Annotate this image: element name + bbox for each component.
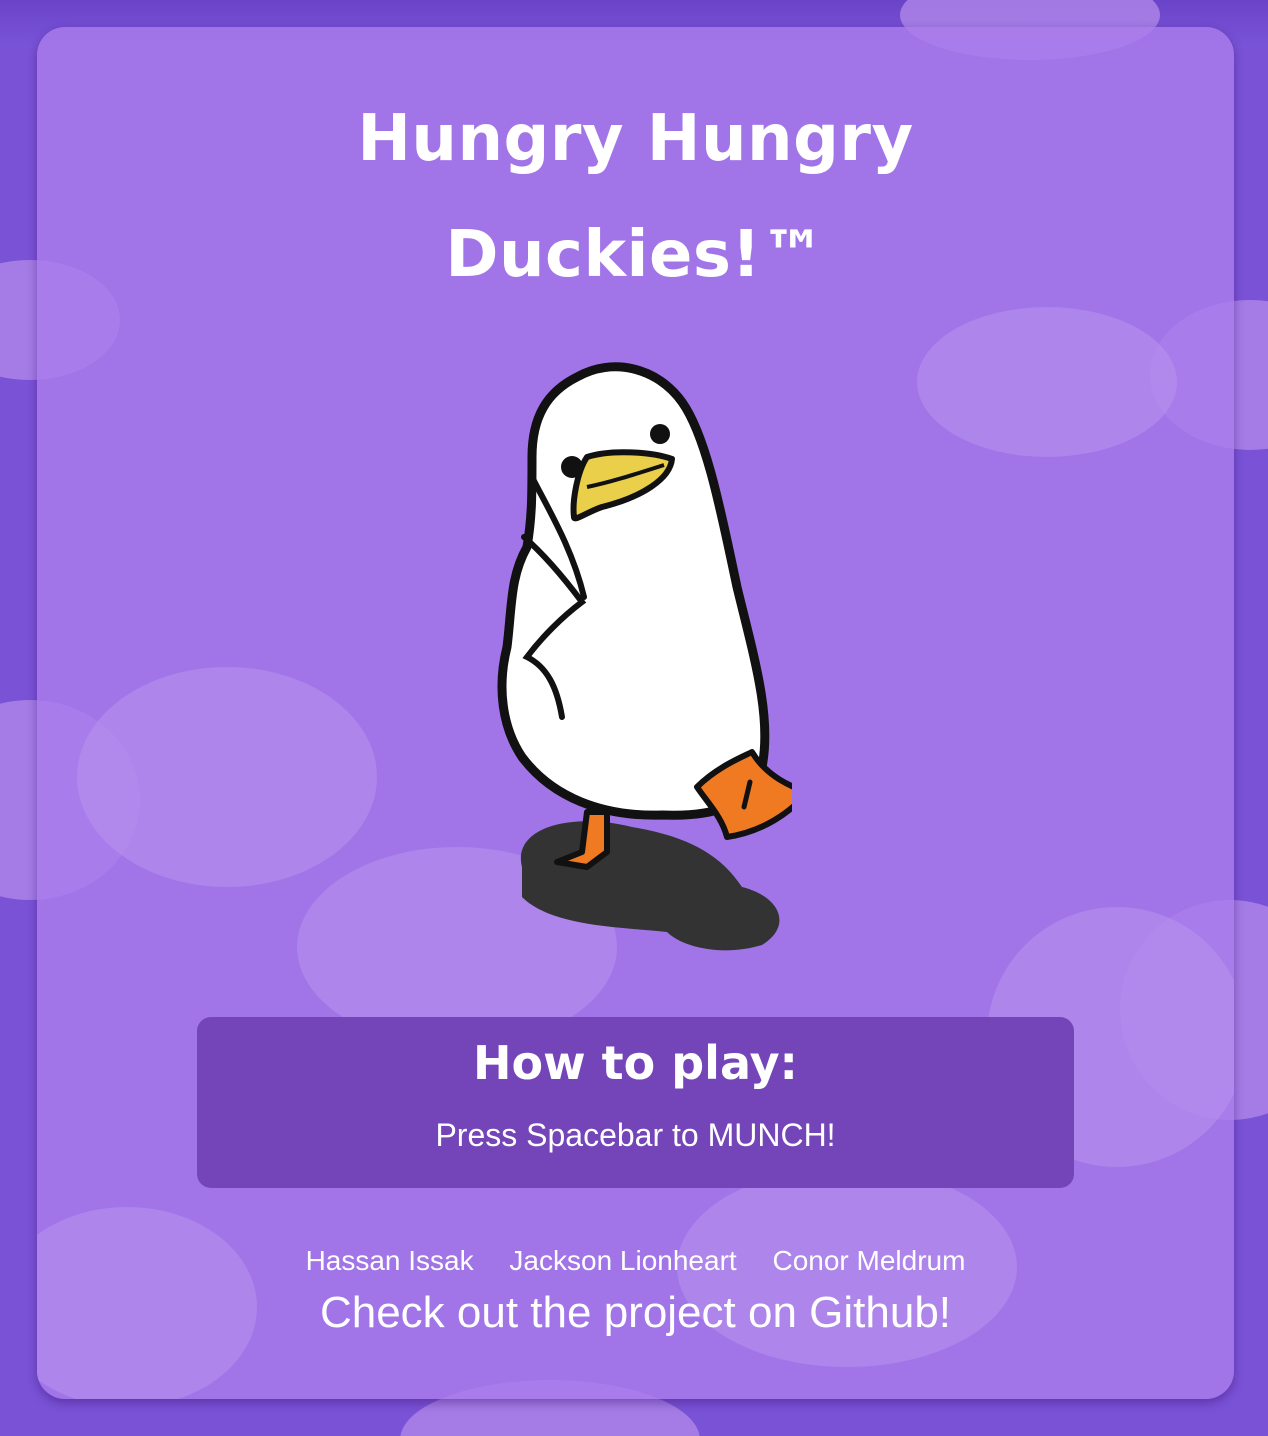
author-name: Hassan Issak <box>305 1245 474 1276</box>
duck-icon <box>492 357 810 957</box>
how-to-play-heading: How to play: <box>473 1036 798 1090</box>
author-name: Jackson Lionheart <box>509 1245 737 1276</box>
cloud <box>77 667 377 887</box>
cloud <box>917 307 1177 457</box>
duck-eye-left <box>561 456 583 478</box>
duck-eye-right <box>650 424 670 444</box>
how-to-play-instruction: Press Spacebar to MUNCH! <box>435 1117 836 1153</box>
title-line-2: Duckies!™ <box>445 218 826 292</box>
how-to-play-panel: How to play: Press Spacebar to MUNCH! <box>197 1017 1074 1188</box>
author-name: Conor Meldrum <box>772 1245 966 1276</box>
duck-shadow <box>520 821 780 951</box>
page-title: Hungry Hungry Duckies!™ <box>37 81 1234 313</box>
authors-list: Hassan Issak Jackson Lionheart Conor Mel… <box>37 1241 1234 1281</box>
title-line-1: Hungry Hungry <box>357 102 914 176</box>
duck-body <box>497 362 770 820</box>
main-card: Hungry Hungry Duckies!™ How to play: Pre… <box>37 27 1234 1399</box>
github-link[interactable]: Check out the project on Github! <box>37 1285 1234 1341</box>
